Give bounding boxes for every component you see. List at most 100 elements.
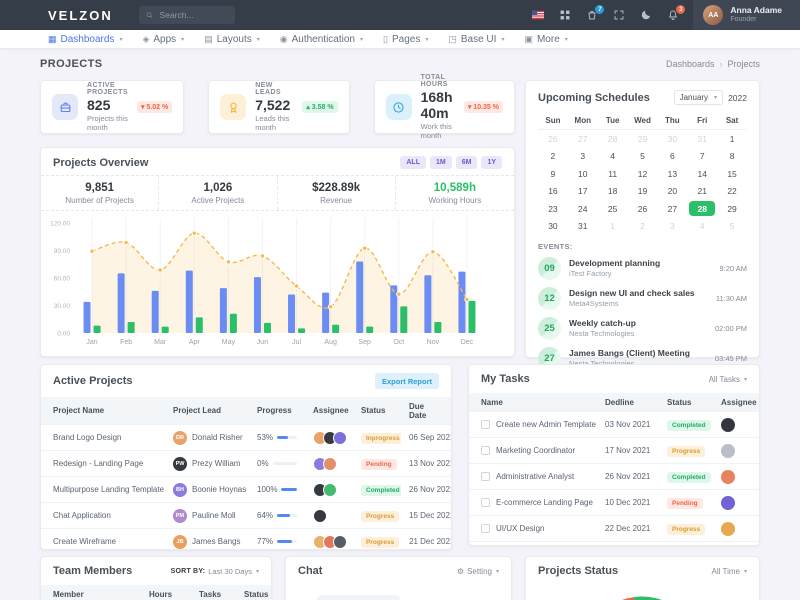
svg-text:Nov: Nov <box>427 339 440 346</box>
calendar-day-27[interactable]: 27 <box>568 130 598 148</box>
calendar-day-31[interactable]: 31 <box>687 130 717 148</box>
dark-mode-button[interactable] <box>640 9 652 21</box>
project-status: Inprogress <box>353 425 401 451</box>
nav-item-dashboards[interactable]: ▦Dashboards▾ <box>48 34 122 45</box>
calendar-day-29[interactable]: 29 <box>628 130 658 148</box>
overview-stats: 9,851Number of Projects1,026Active Proje… <box>41 175 514 211</box>
nav-item-more[interactable]: ▣More▾ <box>524 34 567 45</box>
team-sort-dropdown[interactable]: SORT BY: Last 30 Days ▾ <box>171 567 259 576</box>
calendar-day-27[interactable]: 27 <box>657 200 687 218</box>
notifications-badge: 3 <box>676 5 685 14</box>
tasks-filter-dropdown[interactable]: All Tasks ▾ <box>709 375 747 384</box>
calendar-day-10[interactable]: 10 <box>568 165 598 183</box>
calendar-day-2[interactable]: 2 <box>538 148 568 166</box>
nav-item-pages[interactable]: ▯Pages▾ <box>383 34 428 45</box>
calendar-day-14[interactable]: 14 <box>687 165 717 183</box>
award-icon <box>220 94 246 120</box>
task-checkbox[interactable] <box>481 446 490 455</box>
calendar-day-5[interactable]: 5 <box>717 218 747 236</box>
calendar-day-1[interactable]: 1 <box>598 218 628 236</box>
calendar-day-22[interactable]: 22 <box>717 183 747 201</box>
project-assignees <box>305 503 353 529</box>
calendar-day-11[interactable]: 11 <box>598 165 628 183</box>
calendar-day-7[interactable]: 7 <box>687 148 717 166</box>
column-header-project-name: Project Name <box>41 397 165 425</box>
breadcrumb-dashboards[interactable]: Dashboards <box>666 59 715 69</box>
calendar-day-15[interactable]: 15 <box>717 165 747 183</box>
calendar-day-19[interactable]: 19 <box>628 183 658 201</box>
export-report-button[interactable]: Export Report <box>375 373 439 389</box>
range-button-1y[interactable]: 1Y <box>481 156 502 169</box>
nav-item-layouts[interactable]: ▤Layouts▾ <box>204 34 260 45</box>
calendar-day-12[interactable]: 12 <box>628 165 658 183</box>
calendar-day-6[interactable]: 6 <box>657 148 687 166</box>
calendar-day-31[interactable]: 31 <box>568 218 598 236</box>
grid-icon <box>559 9 571 21</box>
calendar-day-21[interactable]: 21 <box>687 183 717 201</box>
nav-item-base-ui[interactable]: ◳Base UI▾ <box>448 34 504 45</box>
calendar-day-26[interactable]: 26 <box>538 130 568 148</box>
task-checkbox[interactable] <box>481 524 490 533</box>
month-select[interactable]: January ▾ <box>674 90 723 105</box>
calendar-day-28[interactable]: 28 <box>598 130 628 148</box>
event-item: 25Weekly catch-upNesta Technologies02:00… <box>538 313 747 343</box>
calendar-day-4[interactable]: 4 <box>687 218 717 236</box>
nav-item-label: Apps <box>153 34 176 45</box>
status-badge: Progress <box>361 511 399 522</box>
task-status: Progress <box>659 516 713 542</box>
project-assignees <box>305 529 353 551</box>
calendar-day-30[interactable]: 30 <box>657 130 687 148</box>
calendar-day-28-selected[interactable]: 28 <box>687 200 717 218</box>
task-title: Marketing Coordinator <box>496 446 575 455</box>
calendar-day-24[interactable]: 24 <box>568 200 598 218</box>
fullscreen-button[interactable] <box>613 9 625 21</box>
column-header-status: Status <box>659 393 713 412</box>
svg-text:60.00: 60.00 <box>54 276 71 283</box>
calendar-day-17[interactable]: 17 <box>568 183 598 201</box>
status-filter-dropdown[interactable]: All Time ▾ <box>712 567 747 576</box>
us-flag-icon <box>532 9 544 21</box>
apps-grid-button[interactable] <box>559 9 571 21</box>
range-button-all[interactable]: ALL <box>400 156 426 169</box>
calendar-day-20[interactable]: 20 <box>657 183 687 201</box>
calendar-day-3[interactable]: 3 <box>657 218 687 236</box>
calendar-day-25[interactable]: 25 <box>598 200 628 218</box>
nav-item-apps[interactable]: ◈Apps▾ <box>142 34 184 45</box>
notifications-button[interactable]: 3 <box>667 9 679 21</box>
range-button-1m[interactable]: 1M <box>430 156 452 169</box>
user-menu[interactable]: AA Anna Adame Founder <box>693 0 800 30</box>
search-input[interactable] <box>158 9 228 21</box>
task-deadline: 22 Dec 2021 <box>597 516 659 542</box>
calendar-day-26[interactable]: 26 <box>628 200 658 218</box>
calendar-day-5[interactable]: 5 <box>628 148 658 166</box>
calendar-day-13[interactable]: 13 <box>657 165 687 183</box>
nav-item-authentication[interactable]: ◉Authentication▾ <box>280 34 363 45</box>
calendar-day-30[interactable]: 30 <box>538 218 568 236</box>
language-flag-button[interactable] <box>532 9 544 21</box>
task-checkbox[interactable] <box>481 472 490 481</box>
project-assignees <box>305 451 353 477</box>
chevron-down-icon: ▾ <box>257 36 260 43</box>
calendar-day-18[interactable]: 18 <box>598 183 628 201</box>
calendar-day-2[interactable]: 2 <box>628 218 658 236</box>
calendar-day-3[interactable]: 3 <box>568 148 598 166</box>
calendar-day-23[interactable]: 23 <box>538 200 568 218</box>
task-checkbox[interactable] <box>481 420 490 429</box>
task-checkbox[interactable] <box>481 498 490 507</box>
range-button-6m[interactable]: 6M <box>456 156 478 169</box>
svg-text:90.00: 90.00 <box>54 248 71 255</box>
calendar-day-16[interactable]: 16 <box>538 183 568 201</box>
app-logo[interactable]: VELZON <box>48 8 113 23</box>
calendar-day-4[interactable]: 4 <box>598 148 628 166</box>
calendar-day-1[interactable]: 1 <box>717 130 747 148</box>
cart-button[interactable]: 7 <box>586 9 598 21</box>
project-assignees <box>305 477 353 503</box>
column-header-project-lead: Project Lead <box>165 397 249 425</box>
calendar-day-8[interactable]: 8 <box>717 148 747 166</box>
calendar-day-29[interactable]: 29 <box>717 200 747 218</box>
avatar <box>323 457 337 471</box>
calendar-day-9[interactable]: 9 <box>538 165 568 183</box>
upcoming-schedules-card: Upcoming Schedules January ▾ 2022 SunMon… <box>525 80 760 358</box>
chat-settings-dropdown[interactable]: ⚙ Setting ▾ <box>457 567 499 576</box>
gear-icon: ⚙ <box>457 567 464 576</box>
